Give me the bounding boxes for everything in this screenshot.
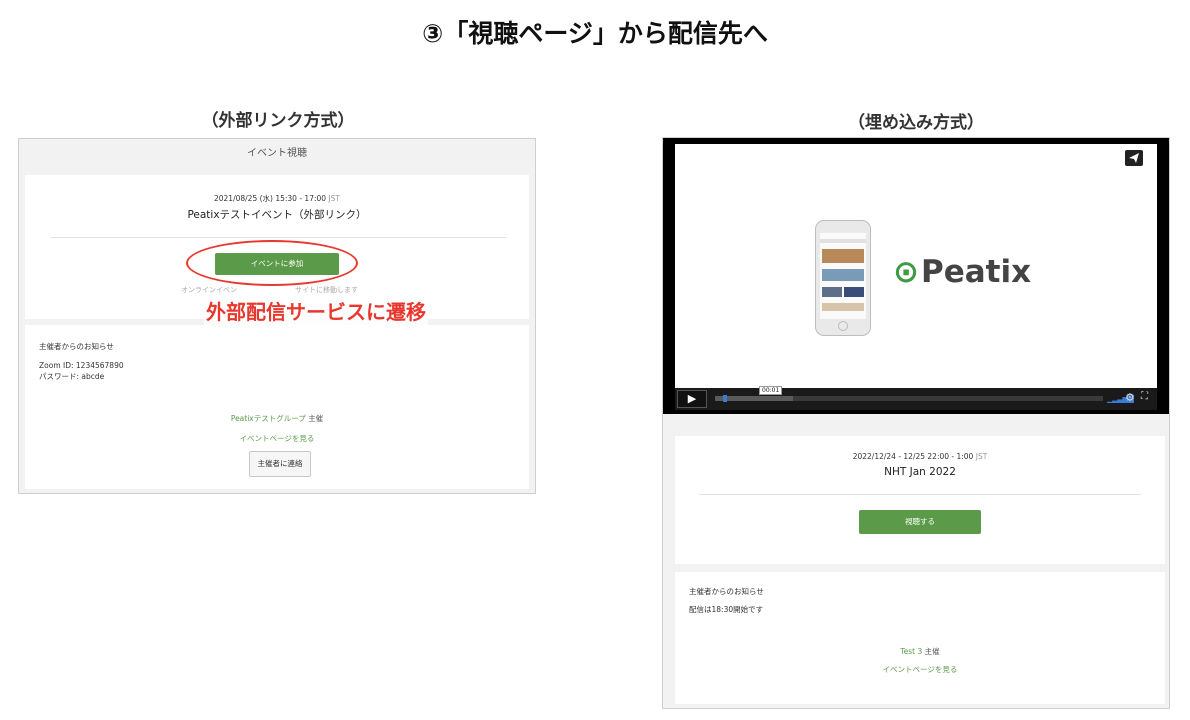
divider [51,237,507,238]
event-date: 2022/12/24 - 12/25 22:00 - 1:00 JST [675,452,1165,461]
organizer-notice-card: 主催者からのお知らせ Zoom ID: 1234567890 パスワード: ab… [25,325,529,489]
timezone-label: JST [328,194,340,203]
event-page-link[interactable]: イベントページを見る [25,433,529,444]
notice-text: 配信は18:30開始です [689,605,764,614]
viewing-page-header: イベント視聴 [247,148,307,159]
event-card: 2022/12/24 - 12/25 22:00 - 1:00 JST NHT … [675,436,1165,564]
timezone-label: JST [975,452,988,461]
phone-photo [822,287,842,297]
time-tooltip: 00:01 [759,386,783,395]
host-link[interactable]: Test 3 [900,647,922,656]
peatix-mark-icon: ⊙ [893,254,919,290]
peatix-logo: ⊙Peatix [893,254,1031,290]
slide-title: ③「視聴ページ」から配信先へ [422,19,768,48]
zoom-id-text: Zoom ID: 1234567890 [39,361,124,370]
settings-gear-icon[interactable]: ⚙ [1125,391,1135,404]
notice-heading: 主催者からのお知らせ [39,342,114,351]
video-controls: ▶ 00:01 ▁▂▃▅▇ ⚙ ⛶ [675,386,1157,410]
phone-photo [844,287,864,297]
redirect-note-right: サイトに移動します [295,286,358,294]
embedded-screenshot: ⊙Peatix ▶ 00:01 ▁▂▃▅▇ ⚙ ⛶ 2022/12/24 - 1… [662,137,1170,709]
phone-mockup [815,220,871,336]
phone-photo [822,249,864,263]
host-suffix: 主催 [924,647,940,656]
phone-photo [822,269,864,281]
right-caption: （埋め込み方式） [848,113,984,133]
event-title: Peatixテストイベント（外部リンク） [187,209,367,221]
event-title: NHT Jan 2022 [884,466,956,478]
event-date-text: 2021/08/25 (水) 15:30 - 17:00 [213,194,327,203]
progress-knob[interactable] [722,395,727,402]
video-player[interactable]: ⊙Peatix ▶ 00:01 ▁▂▃▅▇ ⚙ ⛶ [663,138,1169,414]
fullscreen-icon[interactable]: ⛶ [1141,391,1148,402]
left-caption: （外部リンク方式） [201,111,355,131]
share-button[interactable] [1125,150,1143,166]
play-button[interactable]: ▶ [677,390,707,408]
phone-photo [822,303,864,311]
host-line: Test 3 主催 [675,646,1165,657]
progress-bar[interactable]: 00:01 [715,386,1103,402]
phone-home-button [838,321,848,331]
event-date: 2021/08/25 (水) 15:30 - 17:00 JST [25,193,529,204]
video-frame: ⊙Peatix [675,144,1157,388]
event-page-link[interactable]: イベントページを見る [675,664,1165,675]
password-text: パスワード: abcde [39,372,105,381]
play-icon: ▶ [687,392,697,405]
paper-plane-icon [1129,153,1139,163]
phone-topbar [820,239,866,243]
host-suffix: 主催 [308,414,324,423]
organizer-notice-card: 主催者からのお知らせ 配信は18:30開始です Test 3 主催 イベントペー… [675,572,1165,704]
annotation-label: 外部配信サービスに遷移 [204,296,428,325]
peatix-wordmark: Peatix [920,254,1032,290]
phone-screen [820,233,866,319]
host-line: Peatixテストグループ 主催 [25,413,529,424]
host-link[interactable]: Peatixテストグループ [231,414,306,423]
highlight-ellipse [186,240,358,286]
divider [699,494,1141,495]
redirect-note-left: オンラインイベン [181,286,237,294]
contact-organizer-button[interactable]: 主催者に連絡 [249,451,311,477]
watch-button[interactable]: 視聴する [859,510,981,534]
notice-heading: 主催者からのお知らせ [689,587,764,596]
event-date-text: 2022/12/24 - 12/25 22:00 - 1:00 [852,452,974,461]
